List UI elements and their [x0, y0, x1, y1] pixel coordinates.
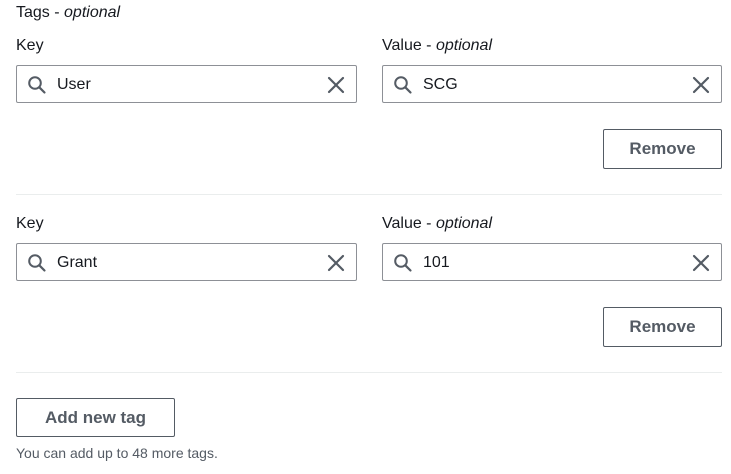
- row-divider: [16, 372, 722, 373]
- tags-remaining-hint: You can add up to 48 more tags.: [16, 445, 218, 461]
- close-icon[interactable]: [691, 253, 711, 273]
- key-input-value: User: [57, 76, 91, 93]
- search-icon: [28, 254, 46, 272]
- key-input[interactable]: User: [16, 65, 357, 103]
- value-optional-text: optional: [435, 215, 492, 232]
- value-label-text: Value: [382, 215, 422, 232]
- key-label: Key: [16, 214, 44, 234]
- value-input[interactable]: SCG: [382, 65, 722, 103]
- search-icon: [394, 76, 412, 94]
- close-icon[interactable]: [326, 75, 346, 95]
- close-icon[interactable]: [691, 75, 711, 95]
- add-new-tag-button[interactable]: Add new tag: [16, 398, 175, 437]
- remove-button[interactable]: Remove: [603, 307, 722, 347]
- value-label: Value - optional: [382, 36, 492, 56]
- value-input-value: SCG: [423, 76, 458, 93]
- value-input[interactable]: 101: [382, 243, 722, 281]
- close-icon[interactable]: [326, 253, 346, 273]
- value-label-separator: -: [421, 215, 436, 232]
- key-input-value: Grant: [57, 254, 98, 271]
- value-label-separator: -: [421, 37, 436, 54]
- search-icon: [28, 76, 46, 94]
- remove-button[interactable]: Remove: [603, 129, 722, 169]
- tag-row: Key Value - optional Grant 101 Remove: [0, 178, 731, 356]
- value-label-text: Value: [382, 37, 422, 54]
- value-input-value: 101: [423, 254, 450, 271]
- key-label-text: Key: [16, 215, 44, 232]
- key-input[interactable]: Grant: [16, 243, 357, 281]
- value-optional-text: optional: [435, 37, 492, 54]
- value-label: Value - optional: [382, 214, 492, 234]
- key-label: Key: [16, 36, 44, 56]
- tag-row: Key Value - optional User SCG Remove: [0, 0, 731, 178]
- key-label-text: Key: [16, 37, 44, 54]
- search-icon: [394, 254, 412, 272]
